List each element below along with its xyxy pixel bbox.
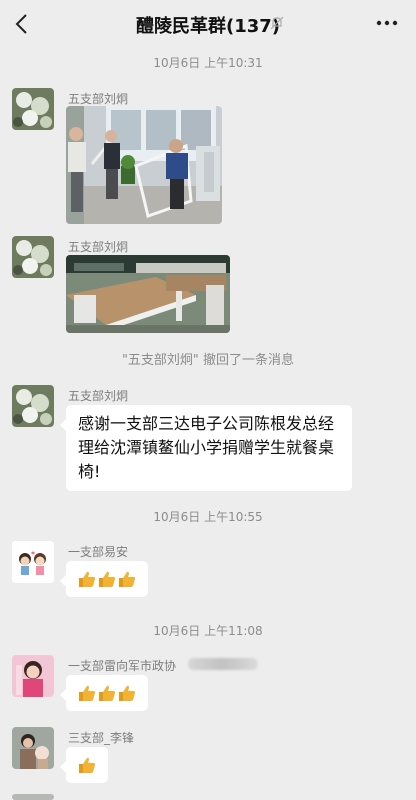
recall-notice: "五支部刘炯" 撤回了一条消息 <box>121 353 295 368</box>
sender-name: 一支部易安 <box>68 545 129 559</box>
avatar[interactable] <box>12 385 54 427</box>
timestamp: 10月6日 上午10:31 <box>153 56 263 70</box>
message-bubble[interactable] <box>60 675 148 711</box>
avatar[interactable] <box>12 88 54 130</box>
thumbs-up-icon <box>79 685 96 701</box>
thumbs-up-icon <box>79 757 96 773</box>
thumbs-up-icon <box>119 685 136 701</box>
thumbs-up-icon <box>99 685 116 701</box>
sender-name: 五支部刘炯 <box>68 389 129 403</box>
thumbs-up-icon <box>119 571 136 587</box>
thumbs-up-icon <box>99 571 116 587</box>
message-bubble[interactable] <box>60 747 108 783</box>
thumbs-up-icon <box>79 571 96 587</box>
avatar[interactable] <box>12 655 54 697</box>
message-bubble[interactable]: 感谢一支部三达电子公司陈根发总经理给沈潭镇鳌仙小学捐赠学生就餐桌椅! <box>60 405 352 491</box>
avatar[interactable] <box>12 727 54 769</box>
avatar[interactable] <box>12 541 54 583</box>
more-icon[interactable] <box>376 20 398 26</box>
message-bubble[interactable] <box>60 561 148 597</box>
chat-photo[interactable] <box>66 106 222 224</box>
chat-title: 醴陵民革群(137) <box>135 16 281 37</box>
sender-name: 五支部刘炯 <box>68 240 129 254</box>
avatar[interactable] <box>12 794 54 800</box>
sender-name: 五支部刘炯 <box>68 92 129 106</box>
avatar[interactable] <box>12 236 54 278</box>
message-text: 感谢一支部三达电子公司陈根发总经理给沈潭镇鳌仙小学捐赠学生就餐桌椅! <box>78 414 335 481</box>
chat-photo[interactable] <box>66 255 230 333</box>
mute-icon <box>270 16 284 30</box>
blurred-text <box>188 658 258 670</box>
top-bar: 醴陵民革群(137) <box>0 0 416 48</box>
timestamp: 10月6日 上午10:55 <box>153 510 263 524</box>
sender-name: 三支部_李锋 <box>68 731 135 745</box>
sender-name: 一支部雷向军市政协 <box>68 659 177 673</box>
timestamp: 10月6日 上午11:08 <box>153 624 263 638</box>
